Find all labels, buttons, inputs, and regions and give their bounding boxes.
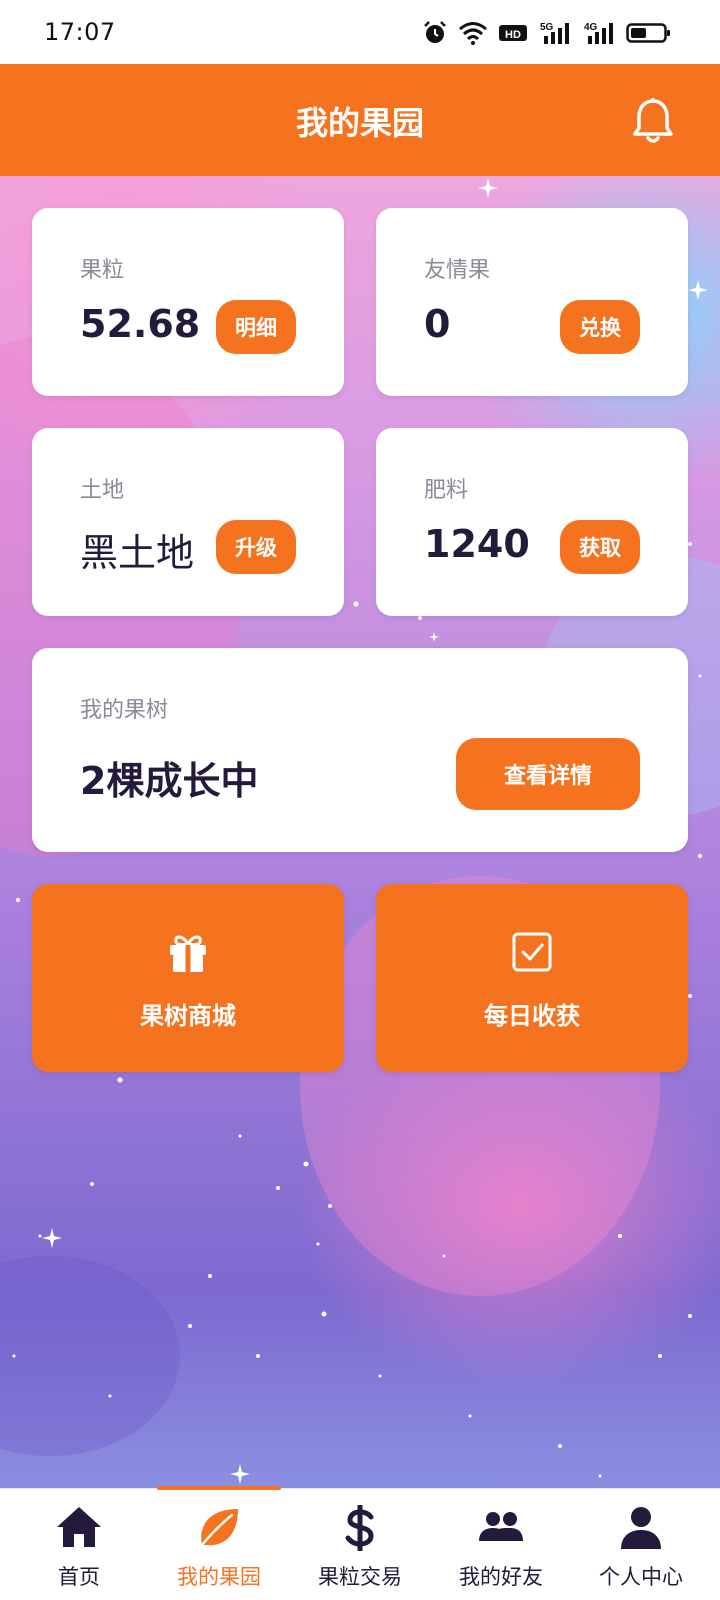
dollar-icon — [345, 1505, 374, 1551]
redeem-button[interactable]: 兑换 — [560, 300, 640, 354]
leaf-icon — [200, 1509, 238, 1547]
battery-icon — [626, 23, 670, 43]
friendship-fruit-label: 友情果 — [424, 258, 491, 283]
wifi-icon — [459, 22, 487, 45]
fertilizer-value: 1240 — [424, 522, 530, 566]
tab-my-friends[interactable]: 我的好友 — [429, 1489, 573, 1600]
friendship-fruit-card: 友情果 0 兑换 — [376, 208, 688, 396]
daily-harvest-button[interactable]: 每日收获 — [376, 884, 688, 1072]
svg-text:HD: HD — [505, 29, 521, 41]
page-title: 我的果园 — [295, 104, 424, 142]
tab-home[interactable]: 首页 — [7, 1489, 151, 1600]
tab-my-orchard[interactable]: 我的果园 — [147, 1489, 291, 1600]
my-trees-value: 2棵成长中 — [80, 759, 259, 803]
svg-text:5G: 5G — [540, 22, 554, 33]
land-card: 土地 黑土地 升级 — [32, 428, 344, 616]
active-tab-indicator — [157, 1486, 281, 1490]
details-button[interactable]: 明细 — [216, 300, 296, 354]
my-trees-label: 我的果树 — [80, 698, 169, 723]
signal-5g-icon: 5G — [540, 22, 569, 44]
fertilizer-label: 肥料 — [424, 478, 469, 503]
fruit-grain-value: 52.68 — [80, 302, 201, 346]
person-icon — [621, 1507, 661, 1549]
fruit-grain-label: 果粒 — [80, 258, 125, 283]
bottom-tab-bar: 首页 我的果园 果粒交易 我的好友 个人中心 — [0, 1488, 720, 1600]
signal-4g-icon: 4G — [584, 22, 613, 44]
bell-icon[interactable] — [630, 96, 676, 146]
tab-my-friends-label: 我的好友 — [459, 1565, 543, 1589]
tab-trading-label: 果粒交易 — [318, 1565, 402, 1589]
home-icon — [57, 1507, 101, 1547]
land-value: 黑土地 — [80, 531, 195, 575]
checkbox-icon — [512, 932, 552, 972]
gift-icon — [170, 935, 206, 972]
hd-icon: HD — [499, 25, 527, 41]
status-time: 17:07 — [44, 18, 116, 46]
alarm-icon — [424, 21, 446, 43]
friendship-fruit-value: 0 — [424, 302, 451, 346]
status-icons: HD 5G 4G — [422, 18, 672, 48]
obtain-button[interactable]: 获取 — [560, 520, 640, 574]
status-bar: 17:07 HD 5G 4G — [0, 0, 720, 64]
tree-shop-button[interactable]: 果树商城 — [32, 884, 344, 1072]
tab-home-label: 首页 — [58, 1565, 100, 1589]
fertilizer-card: 肥料 1240 获取 — [376, 428, 688, 616]
daily-harvest-label: 每日收获 — [484, 1002, 580, 1030]
view-details-button[interactable]: 查看详情 — [456, 738, 640, 810]
fruit-grain-card: 果粒 52.68 明细 — [32, 208, 344, 396]
svg-text:4G: 4G — [584, 22, 598, 33]
tab-profile[interactable]: 个人中心 — [569, 1489, 713, 1600]
land-label: 土地 — [80, 478, 125, 503]
friends-icon — [479, 1512, 523, 1541]
my-trees-card: 我的果树 2棵成长中 查看详情 — [32, 648, 688, 852]
tab-profile-label: 个人中心 — [599, 1565, 683, 1589]
tab-trading[interactable]: 果粒交易 — [288, 1489, 432, 1600]
tree-shop-label: 果树商城 — [140, 1002, 236, 1030]
upgrade-button[interactable]: 升级 — [216, 520, 296, 574]
header: 我的果园 — [0, 64, 720, 176]
tab-my-orchard-label: 我的果园 — [177, 1565, 261, 1589]
